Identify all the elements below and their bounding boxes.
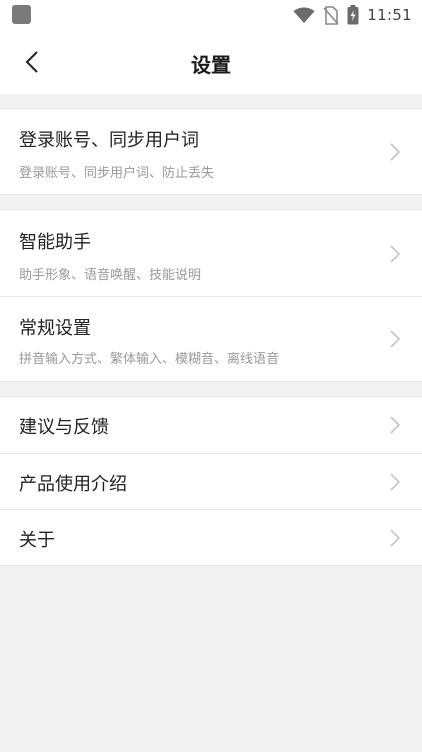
status-bar: 11:51 xyxy=(0,0,422,30)
wifi-icon xyxy=(293,7,315,23)
settings-item-feedback[interactable]: 建议与反馈 xyxy=(0,397,422,453)
page-title: 设置 xyxy=(191,53,231,77)
chevron-right-icon xyxy=(390,473,400,491)
item-title: 建议与反馈 xyxy=(19,417,109,438)
no-sim-icon xyxy=(323,5,339,25)
settings-group-account: 登录账号、同步用户词 登录账号、同步用户词、防止丢失 xyxy=(0,108,422,195)
item-subtitle: 拼音输入方式、繁体输入、模糊音、离线语音 xyxy=(19,352,280,367)
status-icons: 11:51 xyxy=(293,4,412,26)
chevron-right-icon xyxy=(390,416,400,434)
item-title: 关于 xyxy=(19,530,55,551)
item-title: 产品使用介绍 xyxy=(19,474,127,495)
settings-item-about[interactable]: 关于 xyxy=(0,509,422,565)
settings-group-general: 智能助手 助手形象、语音唤醒、技能说明 常规设置 拼音输入方式、繁体输入、模糊音… xyxy=(0,209,422,382)
app-icon xyxy=(12,5,31,24)
nav-bar: 设置 xyxy=(0,30,422,94)
chevron-right-icon xyxy=(390,330,400,348)
battery-charging-icon xyxy=(347,5,359,25)
settings-item-product-intro[interactable]: 产品使用介绍 xyxy=(0,453,422,509)
item-title: 智能助手 xyxy=(19,232,91,253)
chevron-right-icon xyxy=(390,143,400,161)
item-title: 常规设置 xyxy=(19,318,91,339)
item-subtitle: 助手形象、语音唤醒、技能说明 xyxy=(19,268,202,283)
chevron-right-icon xyxy=(390,245,400,263)
settings-item-smart-assistant[interactable]: 智能助手 助手形象、语音唤醒、技能说明 xyxy=(0,210,422,296)
settings-group-about: 建议与反馈 产品使用介绍 关于 xyxy=(0,396,422,566)
settings-item-general-settings[interactable]: 常规设置 拼音输入方式、繁体输入、模糊音、离线语音 xyxy=(0,296,422,381)
item-subtitle: 登录账号、同步用户词、防止丢失 xyxy=(19,166,215,181)
item-title: 登录账号、同步用户词 xyxy=(19,130,199,151)
status-time: 11:51 xyxy=(367,6,412,24)
chevron-right-icon xyxy=(390,529,400,547)
settings-item-account-sync[interactable]: 登录账号、同步用户词 登录账号、同步用户词、防止丢失 xyxy=(0,109,422,194)
